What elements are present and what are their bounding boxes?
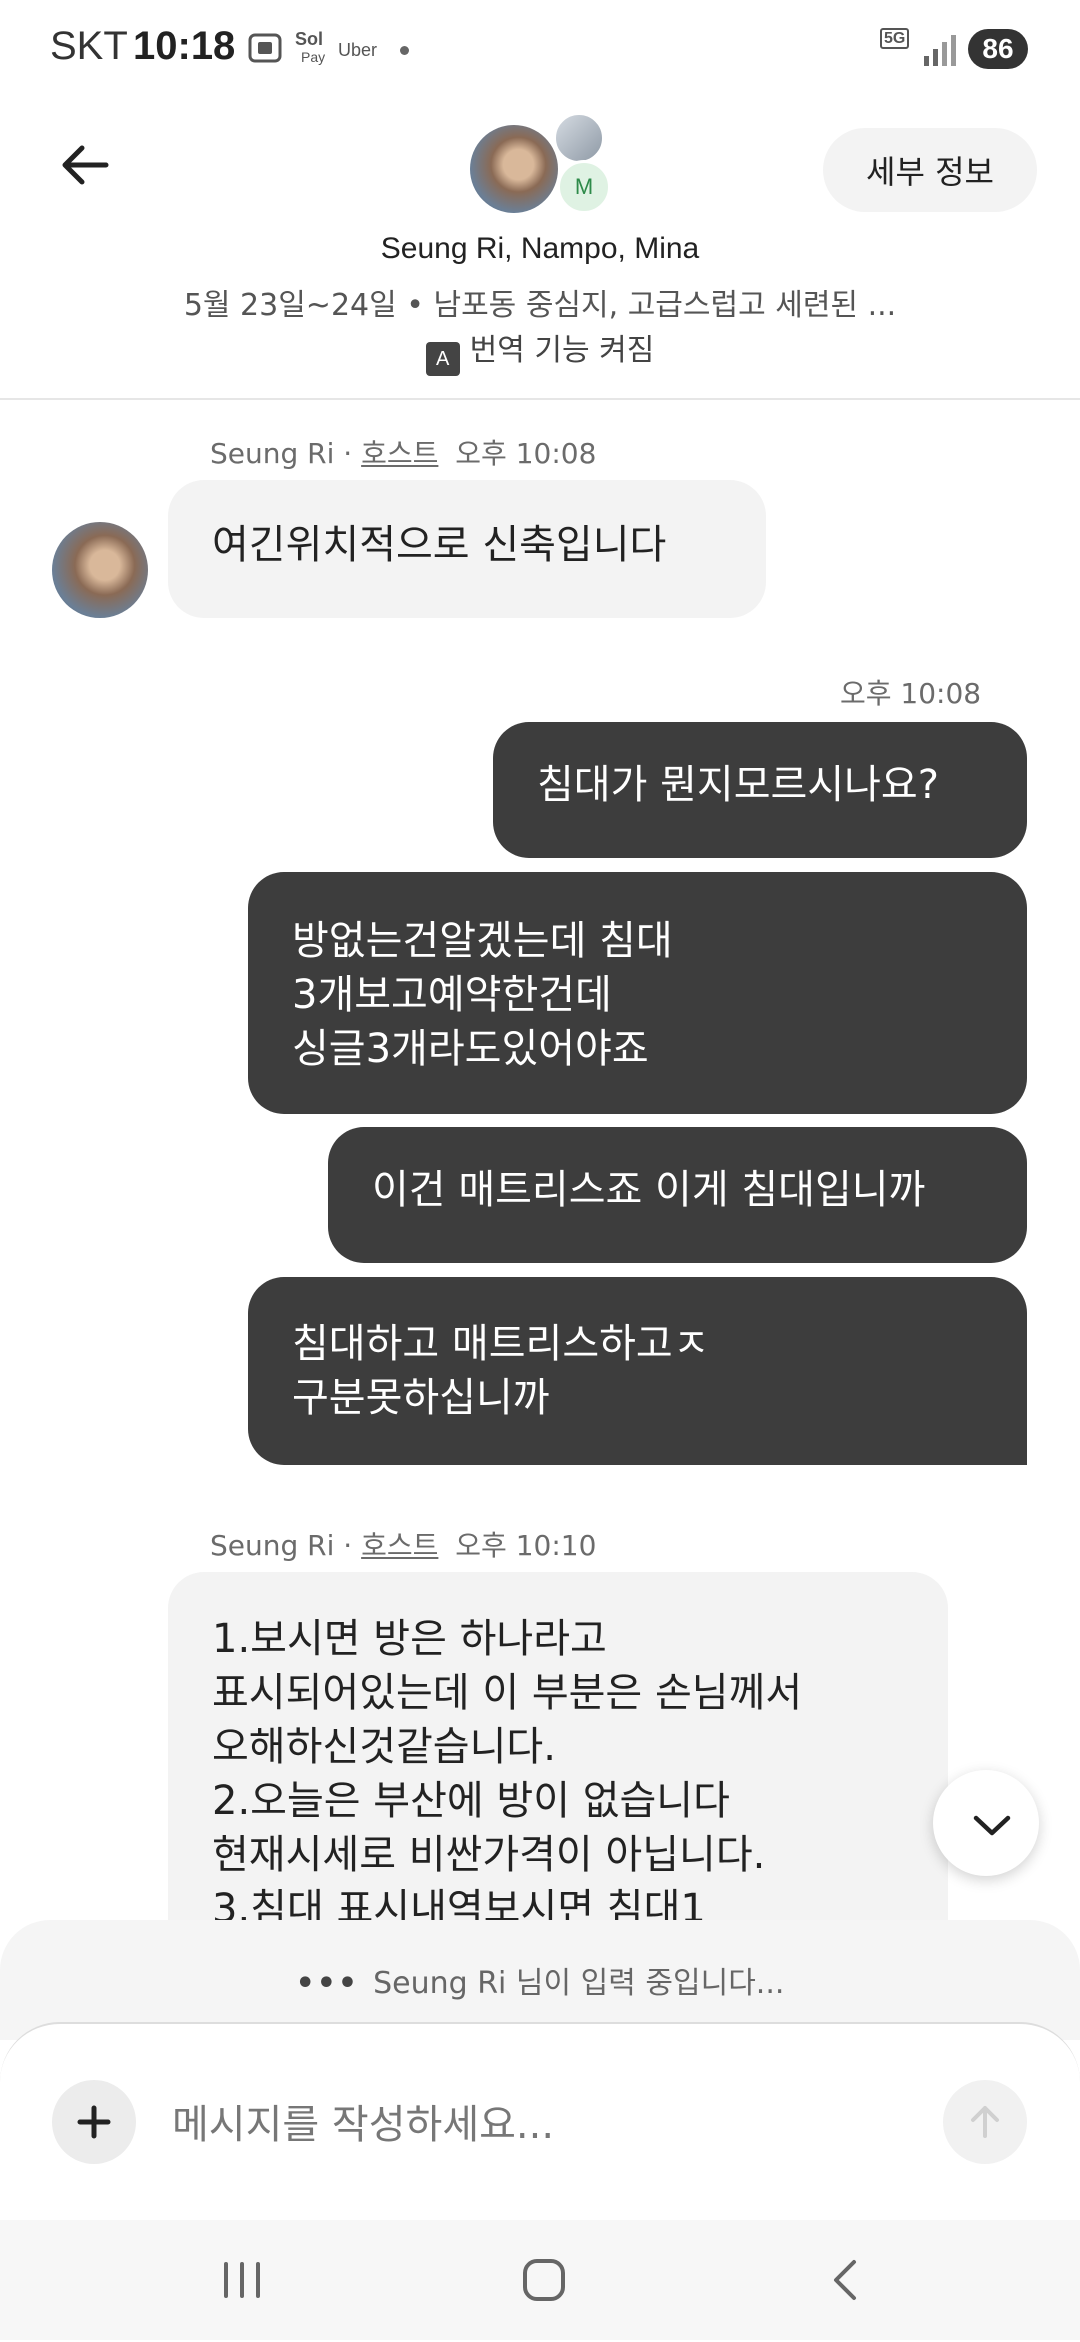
message-bubble-outgoing[interactable]: 방없는건알겠는데 침대 3개보고예약한건데 싱글3개라도있어야죠 xyxy=(248,872,1027,1114)
message-input[interactable] xyxy=(170,2082,914,2168)
send-button[interactable] xyxy=(943,2080,1027,2164)
chat-header: M 세부 정보 Seung Ri, Nampo, Mina 5월 23일~24일… xyxy=(0,100,1080,400)
sol-pay-icon: Sol Pay xyxy=(295,30,335,66)
sender-name: Seung Ri xyxy=(210,1529,335,1562)
recent-apps-button[interactable] xyxy=(202,2250,282,2310)
message-line: 오해하신것같습니다. xyxy=(212,1724,556,1770)
system-navigation-bar xyxy=(0,2220,1080,2340)
translation-label: 번역 기능 켜짐 xyxy=(469,333,655,368)
notification-dot-icon xyxy=(400,46,409,55)
arrow-up-icon xyxy=(971,2106,999,2138)
message-bubble-incoming[interactable]: 1.보시면 방은 하나라고 표시되어있는데 이 부분은 손님께서 오해하신것같습… xyxy=(168,1572,948,1920)
message-line: 침대하고 매트리스하고ㅈ xyxy=(292,1321,710,1367)
message-line: 방없는건알겠는데 침대 xyxy=(292,918,673,964)
signal-icon xyxy=(922,32,958,72)
avatar[interactable] xyxy=(52,522,148,618)
message-list[interactable]: Seung Ri · 호스트 오후 10:08 여긴위치적으로 신축입니다 오후… xyxy=(0,400,1080,1920)
recent-apps-icon xyxy=(224,2262,260,2298)
network-label: 5G xyxy=(880,28,910,49)
message-meta: Seung Ri · 호스트 오후 10:08 xyxy=(210,437,597,470)
typing-status: ••• Seung Ri 님이 입력 중입니다... xyxy=(0,1958,1080,2002)
sender-name: Seung Ri xyxy=(210,437,335,470)
sol-label: Sol xyxy=(295,29,324,49)
message-line: 표시되어있는데 이 부분은 손님께서 xyxy=(212,1670,803,1716)
message-bubble-outgoing[interactable]: 침대가 뭔지모르시나요? xyxy=(493,722,1027,858)
message-time: 오후 10:10 xyxy=(455,1529,597,1562)
plus-icon xyxy=(77,2105,111,2139)
screenshot-icon xyxy=(245,28,285,72)
battery-indicator: 86 xyxy=(968,29,1028,69)
typing-dots-icon: ••• xyxy=(295,1966,360,2001)
back-button[interactable] xyxy=(50,130,120,200)
avatar-initial-m[interactable]: M xyxy=(557,160,611,214)
arrow-left-icon xyxy=(62,145,109,185)
pay-label: Pay xyxy=(301,49,326,65)
message-text: 이건 매트리스죠 이게 침대입니까 xyxy=(372,1167,926,1213)
typing-label: Seung Ri 님이 입력 중입니다... xyxy=(373,1966,785,2001)
uber-label: Uber xyxy=(338,40,378,60)
message-line: 싱글3개라도있어야죠 xyxy=(292,1026,649,1072)
scroll-to-bottom-button[interactable] xyxy=(933,1770,1039,1876)
message-bubble-outgoing[interactable]: 침대하고 매트리스하고ㅈ 구분못하십니까 xyxy=(248,1277,1027,1465)
message-text: 침대가 뭔지모르시나요? xyxy=(537,762,939,808)
network-5g-icon: 5G xyxy=(880,28,910,49)
clock: 10:18 xyxy=(133,24,236,68)
message-line: 3개보고예약한건데 xyxy=(292,972,612,1018)
thread-title: Seung Ri, Nampo, Mina xyxy=(380,232,700,265)
message-time: 오후 10:08 xyxy=(455,437,597,470)
back-nav-button[interactable] xyxy=(806,2250,886,2310)
message-bubble-incoming[interactable]: 여긴위치적으로 신축입니다 xyxy=(168,480,766,618)
message-time: 오후 10:08 xyxy=(840,677,982,710)
sender-role[interactable]: 호스트 xyxy=(361,437,438,470)
reservation-subtitle: 5월 23일~24일 • 남포동 중심지, 고급스럽고 세련된 ... xyxy=(183,288,897,323)
add-attachment-button[interactable] xyxy=(52,2080,136,2164)
message-line: 3.침대 표시내역보시면 침대1 xyxy=(212,1886,706,1920)
message-text: 여긴위치적으로 신축입니다 xyxy=(212,522,667,568)
message-line: 현재시세로 비싼가격이 아닙니다. xyxy=(212,1832,766,1878)
details-button[interactable]: 세부 정보 xyxy=(823,128,1037,212)
message-line: 구분못하십니까 xyxy=(292,1375,550,1421)
avatar-host[interactable] xyxy=(470,125,558,213)
message-meta: Seung Ri · 호스트 오후 10:10 xyxy=(210,1529,597,1562)
status-bar: SKT 10:18 Sol Pay Uber 5G 86 xyxy=(0,0,1080,100)
chevron-down-icon xyxy=(973,1815,1011,1836)
message-line: 2.오늘은 부산에 방이 없습니다 xyxy=(212,1778,730,1824)
translate-icon: A xyxy=(425,342,460,376)
back-chevron-icon xyxy=(834,2260,856,2300)
avatar-guest[interactable] xyxy=(553,112,605,164)
translation-status[interactable]: A 번역 기능 켜짐 xyxy=(0,325,1080,376)
sender-role[interactable]: 호스트 xyxy=(361,1529,438,1562)
carrier-label: SKT xyxy=(50,24,128,68)
home-icon xyxy=(523,2259,565,2301)
home-button[interactable] xyxy=(504,2250,584,2310)
message-bubble-outgoing[interactable]: 이건 매트리스죠 이게 침대입니까 xyxy=(328,1127,1027,1263)
message-line: 1.보시면 방은 하나라고 xyxy=(212,1616,607,1662)
